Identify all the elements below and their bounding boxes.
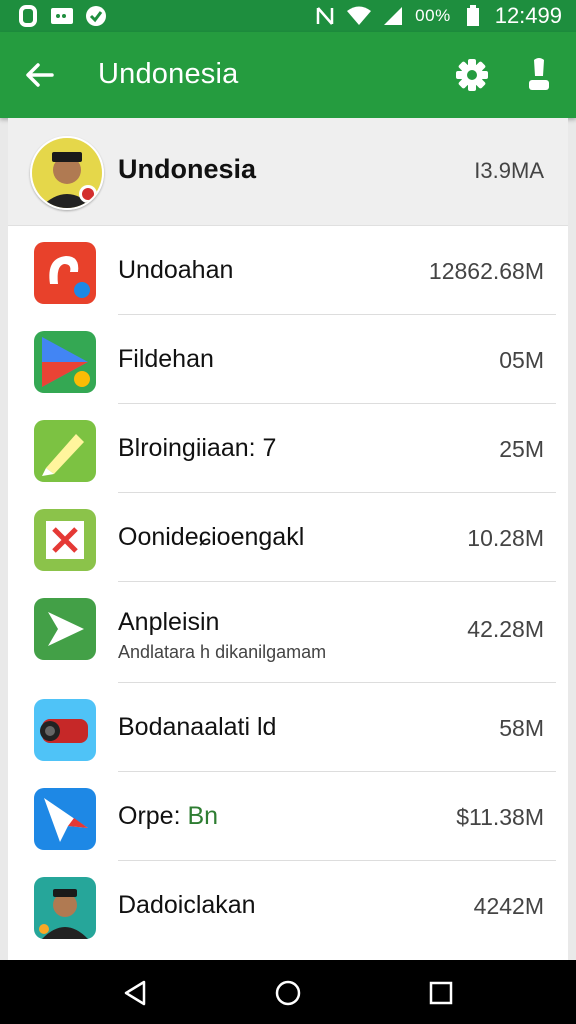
item-name: Fildehan <box>118 345 214 373</box>
app-bar: Undonesia <box>0 32 576 118</box>
nav-recents-icon[interactable] <box>426 978 456 1008</box>
check-icon <box>84 4 108 28</box>
message-icon <box>50 4 74 28</box>
item-size: 05M <box>499 347 544 373</box>
item-name: Bodanaalati ld <box>118 713 277 741</box>
item-size: 4242M <box>473 893 544 919</box>
list-item[interactable]: Undoahan 12862.68M <box>8 226 568 315</box>
item-size: 58M <box>499 715 544 741</box>
profile-icon[interactable] <box>524 56 554 94</box>
status-bar: 00% 12:499 <box>0 0 576 32</box>
list-item[interactable]: Oonideɕioengakl 10.28M <box>8 493 568 582</box>
item-size: 12862.68M <box>428 258 544 284</box>
item-size: $11.38M <box>456 804 544 830</box>
nav-home-icon[interactable] <box>273 978 303 1008</box>
green-arrow-app-icon <box>34 598 96 660</box>
green-x-app-icon <box>34 509 96 571</box>
battery-icon <box>461 4 485 28</box>
page-title: Undonesia <box>98 58 239 90</box>
speaker-app-icon <box>34 699 96 761</box>
item-subtitle: Andlatara h dikanilgamam <box>118 642 327 662</box>
list-item[interactable]: Blroingiiaan: 7 25M <box>8 404 568 493</box>
item-name: Dadoiclakan <box>118 891 256 919</box>
play-store-icon <box>34 331 96 393</box>
item-name-accent: Bn <box>187 802 219 830</box>
account-name: Undonesia <box>118 154 257 184</box>
list-item[interactable]: Bodanaalati ld 58M <box>8 683 568 772</box>
list-item[interactable]: Anpleisin Andlatara h dikanilgamam 42.28… <box>8 582 568 683</box>
list-item[interactable]: Fildehan 05M <box>8 315 568 404</box>
storage-list: Undonesia I3.9MA Undoahan 12862.68M Fild… <box>8 118 568 960</box>
item-name: Undoahan <box>118 256 234 284</box>
item-size: 10.28M <box>467 525 544 551</box>
item-name: Oonideɕioengakl <box>118 523 305 551</box>
item-name: Orpe: Bn <box>118 802 218 831</box>
status-time: 12:499 <box>494 3 562 28</box>
signal-icon <box>381 4 405 28</box>
paper-plane-app-icon <box>34 788 96 850</box>
item-name: Blroingiiaan: 7 <box>118 434 277 462</box>
item-name: Anpleisin <box>118 608 220 636</box>
account-size: I3.9MA <box>474 158 544 183</box>
back-arrow-icon[interactable] <box>22 57 58 93</box>
person-app-icon <box>34 877 96 939</box>
item-name-text: Orpe: <box>118 802 181 830</box>
list-item[interactable]: Orpe: Bn $11.38M <box>8 772 568 861</box>
notification-icon <box>16 4 40 28</box>
list-item[interactable]: Dadoiclakan 4242M <box>8 861 568 950</box>
item-size: 42.28M <box>467 616 544 642</box>
navigation-bar <box>0 960 576 1024</box>
red-app-icon <box>34 242 96 304</box>
item-size: 25M <box>499 436 544 462</box>
nfc-icon <box>313 4 337 28</box>
nav-back-icon[interactable] <box>120 978 150 1008</box>
wifi-icon <box>347 4 372 28</box>
account-header[interactable]: Undonesia I3.9MA <box>8 118 568 226</box>
avatar <box>30 136 104 210</box>
pencil-app-icon <box>34 420 96 482</box>
settings-icon[interactable] <box>453 56 491 94</box>
battery-percent: 00% <box>415 6 451 25</box>
